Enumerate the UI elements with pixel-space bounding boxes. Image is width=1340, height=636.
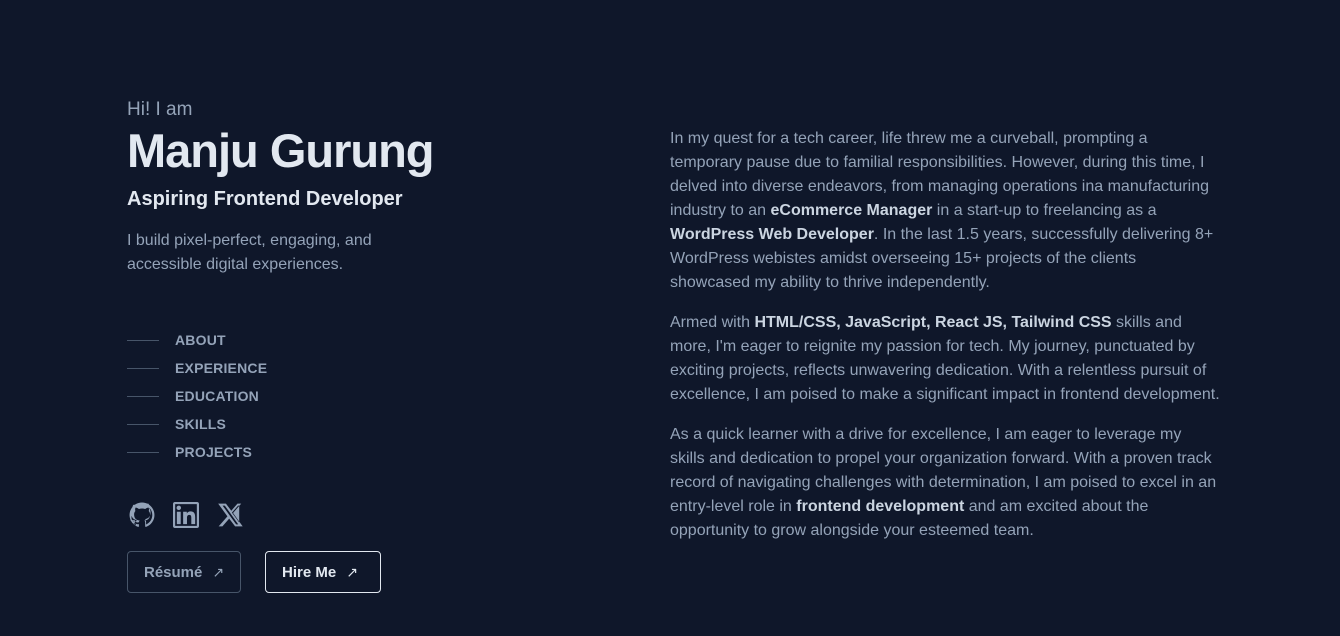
nav-indicator-line: [127, 339, 159, 341]
greeting: Hi! I am: [127, 99, 193, 120]
page-title: Manju Gurung: [127, 124, 435, 177]
about-highlight: eCommerce Manager: [770, 202, 933, 219]
nav-label: PROJECTS: [175, 444, 253, 460]
about-highlight: frontend development: [796, 498, 965, 515]
hire-me-button-label: Hire Me: [282, 563, 337, 581]
section-nav: ABOUT EXPERIENCE EDUCATION SKILLS PROJEC…: [127, 326, 267, 466]
role-subtitle: Aspiring Frontend Developer: [127, 188, 403, 210]
nav-indicator-line: [127, 451, 159, 453]
page: Hi! I am Manju Gurung Aspiring Frontend …: [0, 0, 1340, 636]
x-twitter-icon[interactable]: [217, 502, 243, 528]
about-paragraph: In my quest for a tech career, life thre…: [670, 127, 1220, 295]
nav-indicator-line: [127, 423, 159, 425]
about-paragraph: Armed with HTML/CSS, JavaScript, React J…: [670, 311, 1220, 407]
external-arrow-icon: ↗: [346, 563, 358, 580]
resume-button[interactable]: Résumé ↗: [127, 551, 241, 593]
about-paragraph: As a quick learner with a drive for exce…: [670, 423, 1220, 543]
hire-me-button[interactable]: Hire Me ↗: [265, 551, 381, 593]
tagline: I build pixel-perfect, engaging, and acc…: [127, 232, 372, 273]
nav-item-about[interactable]: ABOUT: [127, 326, 267, 354]
nav-item-skills[interactable]: SKILLS: [127, 410, 267, 438]
hero: Hi! I am Manju Gurung Aspiring Frontend …: [127, 98, 587, 277]
nav-label: EXPERIENCE: [175, 360, 268, 376]
nav-label: EDUCATION: [175, 388, 259, 404]
nav-indicator-line: [127, 395, 159, 397]
about-section: In my quest for a tech career, life thre…: [670, 127, 1220, 559]
social-links: [129, 502, 243, 528]
about-highlight: HTML/CSS, JavaScript, React JS, Tailwind…: [754, 314, 1112, 331]
cta-buttons: Résumé ↗ Hire Me ↗: [127, 551, 381, 593]
nav-item-projects[interactable]: PROJECTS: [127, 438, 267, 466]
nav-label: SKILLS: [175, 416, 226, 432]
external-arrow-icon: ↗: [212, 563, 225, 580]
nav-item-education[interactable]: EDUCATION: [127, 382, 267, 410]
resume-button-label: Résumé: [144, 563, 203, 581]
about-highlight: WordPress Web Developer: [670, 226, 874, 243]
nav-label: ABOUT: [175, 332, 226, 348]
nav-item-experience[interactable]: EXPERIENCE: [127, 354, 267, 382]
linkedin-icon[interactable]: [173, 502, 199, 528]
about-text: Armed with: [670, 314, 755, 331]
about-text: in a start-up to freelancing as a: [932, 202, 1157, 219]
nav-indicator-line: [127, 367, 159, 369]
github-icon[interactable]: [129, 502, 155, 528]
